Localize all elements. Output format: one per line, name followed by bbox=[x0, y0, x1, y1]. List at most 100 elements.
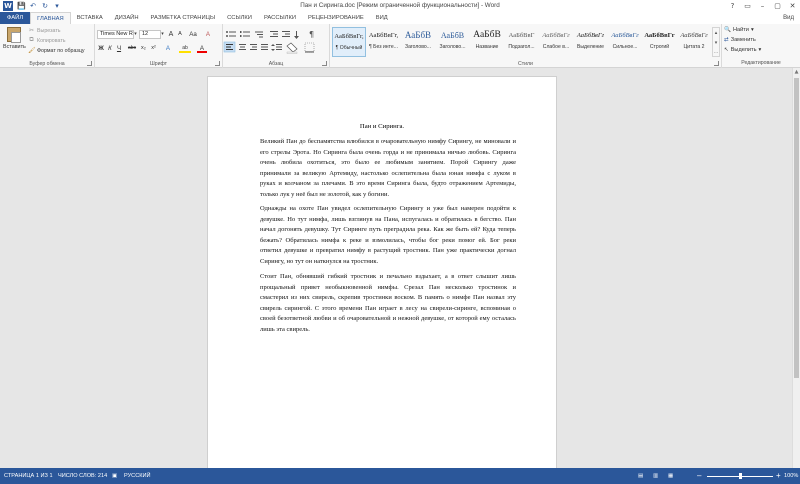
subscript-button[interactable]: x₂ bbox=[139, 44, 148, 53]
font-size-input[interactable]: 12 bbox=[139, 30, 161, 39]
align-center-icon[interactable] bbox=[239, 44, 246, 50]
redo-icon[interactable]: ↻ bbox=[41, 2, 49, 10]
save-icon[interactable]: 💾 bbox=[17, 2, 26, 10]
copy-label: Копировать bbox=[37, 37, 66, 44]
scroll-thumb[interactable] bbox=[794, 78, 799, 378]
select-button[interactable]: ↖ Выделить ▾ bbox=[724, 47, 761, 53]
document-page[interactable]: Пан и Сиринга. Великий Пан до беспамятст… bbox=[207, 76, 557, 468]
tab-references[interactable]: ССЫЛКИ bbox=[221, 12, 258, 24]
ribbon-display-icon[interactable]: ▭ bbox=[740, 0, 755, 12]
bullets-icon[interactable] bbox=[226, 31, 236, 37]
line-spacing-icon[interactable] bbox=[271, 44, 282, 51]
tab-insert[interactable]: ВСТАВКА bbox=[71, 12, 109, 24]
zoom-level[interactable]: 100% bbox=[784, 468, 798, 484]
help-icon[interactable]: ? bbox=[725, 0, 740, 12]
tab-review[interactable]: РЕЦЕНЗИРОВАНИЕ bbox=[302, 12, 370, 24]
read-mode-icon[interactable]: ▤ bbox=[638, 468, 643, 484]
copy-button[interactable]: ⧉ Копировать bbox=[28, 37, 66, 44]
font-name-input[interactable]: Times New R bbox=[97, 30, 134, 39]
web-layout-icon[interactable]: ▦ bbox=[668, 468, 673, 484]
replace-button[interactable]: ⇄ Заменить bbox=[724, 37, 756, 43]
text-line: Стоит Пан, обнявший гибкий тростник и пе… bbox=[260, 273, 516, 280]
tab-mailings[interactable]: РАССЫЛКИ bbox=[258, 12, 302, 24]
style-subtitle[interactable]: АаБбВвГ Подзагол... bbox=[505, 27, 539, 57]
bold-button[interactable]: Ж bbox=[97, 44, 105, 53]
clipboard-launcher-icon[interactable] bbox=[87, 61, 92, 66]
tab-home[interactable]: ГЛАВНАЯ bbox=[30, 12, 71, 24]
style-emphasis[interactable]: АаБбВвГг Выделение bbox=[574, 27, 608, 57]
shading-icon[interactable] bbox=[286, 42, 298, 54]
qat-customize-icon[interactable]: ▾ bbox=[53, 2, 61, 10]
undo-icon[interactable]: ↶ bbox=[29, 2, 37, 10]
word-count[interactable]: ЧИСЛО СЛОВ: 214 bbox=[58, 468, 107, 484]
tab-view[interactable]: ВИД bbox=[370, 12, 394, 24]
align-right-icon[interactable] bbox=[250, 44, 257, 50]
minimize-icon[interactable]: – bbox=[755, 0, 770, 12]
document-title[interactable]: Пан и Сиринга. bbox=[208, 123, 556, 130]
paragraph-launcher-icon[interactable] bbox=[322, 61, 327, 66]
numbering-icon[interactable] bbox=[240, 31, 250, 37]
tab-layout[interactable]: РАЗМЕТКА СТРАНИЦЫ bbox=[145, 12, 222, 24]
tab-design[interactable]: ДИЗАЙН bbox=[109, 12, 145, 24]
style-title[interactable]: АаБбВ Название bbox=[470, 27, 504, 57]
pilcrow-icon[interactable]: ¶ bbox=[309, 30, 314, 39]
sort-icon[interactable] bbox=[294, 31, 299, 39]
page-count[interactable]: СТРАНИЦА 1 ИЗ 1 bbox=[4, 468, 53, 484]
style-normal[interactable]: АаБбВвГг, ¶ Обычный bbox=[332, 27, 366, 57]
increase-indent-icon[interactable] bbox=[282, 31, 290, 37]
justify-icon[interactable] bbox=[261, 44, 268, 50]
font-launcher-icon[interactable] bbox=[215, 61, 220, 66]
style-subtle-emphasis[interactable]: АаБбВвГг Слабое в... bbox=[539, 27, 573, 57]
style-intense-emphasis[interactable]: АаБбВвГг Сильное... bbox=[608, 27, 642, 57]
styles-launcher-icon[interactable] bbox=[714, 61, 719, 66]
clear-formatting-button[interactable]: A bbox=[203, 30, 213, 39]
proofing-icon[interactable]: ▣ bbox=[112, 468, 117, 484]
style-quote-2[interactable]: АаБбВвГг Цитата 2 bbox=[677, 27, 711, 57]
borders-icon[interactable] bbox=[304, 42, 315, 53]
find-button[interactable]: 🔍 Найти ▾ bbox=[724, 27, 754, 33]
text-line: Однажды на охоте Пан увидел ослепительну… bbox=[260, 205, 516, 212]
paragraph-3[interactable]: Стоит Пан, обнявший гибкий тростник и пе… bbox=[260, 272, 516, 336]
italic-button[interactable]: К bbox=[106, 44, 114, 53]
change-case-button[interactable]: Aa bbox=[187, 30, 199, 39]
word-logo-icon[interactable]: W bbox=[3, 1, 13, 11]
zoom-in-button[interactable]: + bbox=[776, 468, 781, 484]
multilevel-list-icon[interactable] bbox=[255, 31, 263, 38]
more-icon[interactable]: ⋯ bbox=[713, 48, 719, 58]
chevron-down-icon[interactable]: ▾ bbox=[713, 38, 719, 48]
decrease-indent-icon[interactable] bbox=[270, 31, 278, 37]
styles-gallery-scroll[interactable]: ▴ ▾ ⋯ bbox=[712, 27, 720, 57]
style-no-spacing[interactable]: АаБбВвГг, ¶ Без инте... bbox=[367, 27, 401, 57]
font-color-button[interactable]: A bbox=[197, 44, 207, 53]
style-heading-1[interactable]: АаБбВ Заголово... bbox=[401, 27, 435, 57]
paste-button[interactable]: Вставить bbox=[3, 27, 26, 57]
font-name-dropdown-icon[interactable]: ▾ bbox=[132, 30, 139, 39]
print-layout-icon[interactable]: ▥ bbox=[653, 468, 658, 484]
grow-font-button[interactable]: A bbox=[167, 30, 175, 39]
text-line: ответил девушке и превратил нимфу в раст… bbox=[260, 247, 516, 255]
strikethrough-button[interactable]: abc bbox=[126, 44, 138, 53]
scroll-up-icon[interactable]: ▲ bbox=[793, 68, 800, 76]
style-strong[interactable]: АаБбВвГг Строгий bbox=[643, 27, 677, 57]
superscript-button[interactable]: x² bbox=[149, 44, 158, 53]
zoom-slider-thumb[interactable] bbox=[738, 473, 742, 479]
highlight-button[interactable]: ab bbox=[179, 44, 191, 53]
paragraph-2[interactable]: Однажды на охоте Пан увидел ослепительну… bbox=[260, 204, 516, 268]
paragraph-1[interactable]: Великий Пан до беспамятства влюбился в о… bbox=[260, 137, 516, 201]
language[interactable]: РУССКИЙ bbox=[124, 468, 151, 484]
user-name[interactable]: Вид bbox=[783, 12, 794, 24]
align-left-icon[interactable] bbox=[223, 41, 236, 53]
vertical-scrollbar[interactable]: ▲ bbox=[792, 68, 800, 468]
text-effects-button[interactable]: A bbox=[163, 44, 173, 53]
zoom-out-button[interactable]: – bbox=[697, 468, 701, 484]
font-size-dropdown-icon[interactable]: ▾ bbox=[159, 30, 166, 39]
tab-file[interactable]: ФАЙЛ bbox=[0, 12, 31, 24]
style-heading-2[interactable]: АаБбВ Заголово... bbox=[436, 27, 470, 57]
underline-button[interactable]: Ч bbox=[115, 44, 123, 53]
format-painter-button[interactable]: 🖌 Формат по образцу bbox=[28, 47, 85, 55]
shrink-font-button[interactable]: A bbox=[176, 30, 184, 39]
chevron-up-icon[interactable]: ▴ bbox=[713, 28, 719, 38]
cut-button[interactable]: ✂ Вырезать bbox=[28, 27, 61, 35]
maximize-icon[interactable]: ▢ bbox=[770, 0, 785, 12]
close-icon[interactable]: ✕ bbox=[785, 0, 800, 12]
